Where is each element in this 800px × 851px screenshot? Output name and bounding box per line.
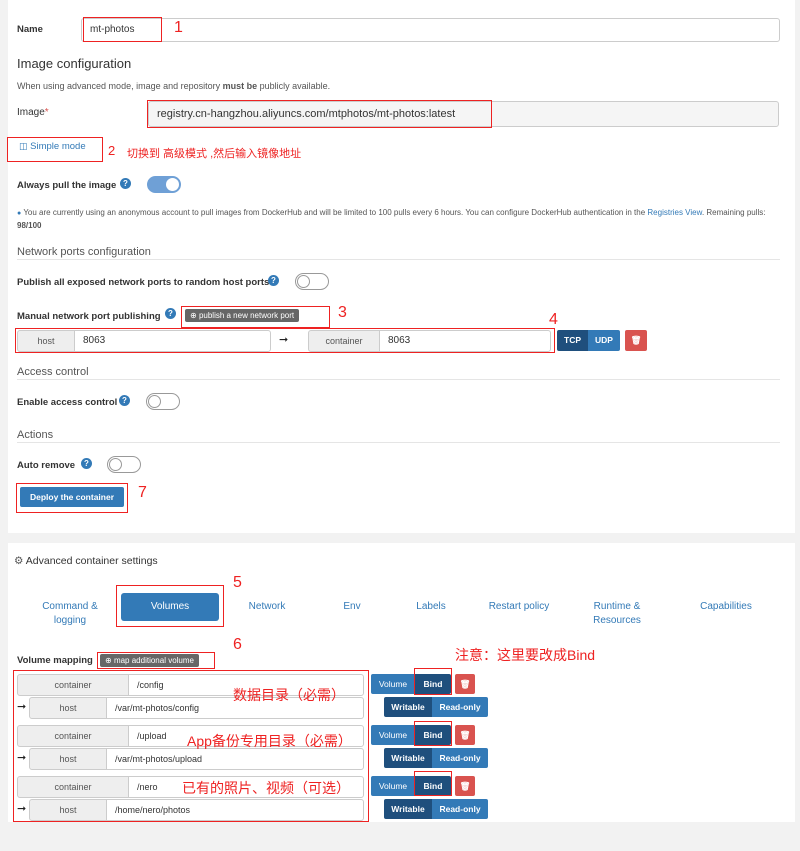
- tab-command-logging[interactable]: Command & logging: [32, 600, 108, 628]
- network-ports-title: Network ports configuration: [17, 246, 151, 258]
- remaining-pulls-label: . Remaining pulls:: [701, 208, 766, 217]
- tab-env[interactable]: Env: [332, 600, 372, 614]
- registries-view-link[interactable]: Registries View: [647, 208, 702, 217]
- name-label: Name: [17, 24, 43, 35]
- help-icon: ?: [81, 458, 92, 469]
- annotation-box-bind: [414, 668, 452, 695]
- trash-icon: 🗑: [459, 781, 471, 791]
- required-asterisk: *: [44, 107, 49, 118]
- remove-volume-button[interactable]: 🗑: [455, 776, 475, 796]
- readonly-button[interactable]: Read-only: [432, 799, 488, 819]
- writable-button[interactable]: Writable: [384, 799, 432, 819]
- annotation-note-data-dir: 数据目录（必需）: [233, 687, 345, 703]
- annotation-box-volumes-tab: [116, 585, 224, 627]
- annotation-box-map-volume: [97, 652, 215, 669]
- volume-type-button[interactable]: Volume: [371, 725, 415, 745]
- readonly-button[interactable]: Read-only: [432, 697, 488, 717]
- readonly-button[interactable]: Read-only: [432, 748, 488, 768]
- advanced-settings-title: Advanced container settings: [25, 555, 158, 567]
- auto-remove-label: Auto remove: [17, 460, 76, 471]
- remaining-pulls-value: 98/100: [17, 221, 42, 230]
- volume-type-button[interactable]: Volume: [371, 776, 415, 796]
- tab-capabilities[interactable]: Capabilities: [690, 600, 762, 614]
- annotation-box-publish-port: [181, 306, 330, 328]
- image-config-note-tail: publicly available.: [257, 81, 331, 91]
- remove-volume-button[interactable]: 🗑: [455, 725, 475, 745]
- image-config-title: Image configuration: [17, 56, 132, 71]
- gear-icon: ⚙: [14, 555, 24, 567]
- actions-title: Actions: [17, 429, 54, 441]
- always-pull-label: Always pull the image: [17, 180, 117, 191]
- info-circle-icon: ●: [17, 210, 22, 217]
- image-label: Image*: [17, 107, 49, 118]
- remove-volume-button[interactable]: 🗑: [455, 674, 475, 694]
- tab-labels[interactable]: Labels: [408, 600, 454, 614]
- image-label-text: Image: [17, 107, 45, 118]
- help-icon: ?: [120, 178, 131, 189]
- image-config-note-text: When using advanced mode, image and repo…: [17, 81, 223, 91]
- annotation-number: 5: [233, 574, 242, 591]
- udp-button[interactable]: UDP: [588, 330, 620, 351]
- advanced-settings-header: ⚙ Advanced container settings: [14, 555, 158, 567]
- help-icon: ?: [268, 275, 279, 286]
- annotation-note-backup-dir: App备份专用目录（必需）: [187, 733, 352, 749]
- tab-network[interactable]: Network: [240, 600, 294, 614]
- volume-mapping-label: Volume mapping: [17, 655, 93, 666]
- annotation-box-simple-mode: [7, 137, 103, 162]
- annotation-box-bind: [414, 721, 452, 746]
- annotation-box-name: [83, 17, 162, 42]
- remove-port-button[interactable]: 🗑: [625, 330, 647, 351]
- trash-icon: 🗑: [459, 730, 471, 740]
- trash-icon: 🗑: [459, 679, 471, 689]
- annotation-box-port-row: [15, 328, 555, 353]
- help-icon: ?: [165, 308, 176, 319]
- auto-remove-toggle[interactable]: [107, 456, 141, 473]
- image-config-note: When using advanced mode, image and repo…: [17, 81, 330, 91]
- annotation-number: 7: [138, 484, 147, 501]
- writable-button[interactable]: Writable: [384, 697, 432, 717]
- publish-all-toggle[interactable]: [295, 273, 329, 290]
- annotation-number: 4: [549, 311, 558, 328]
- container-form-panel: Name mt-photos Image configuration When …: [8, 0, 795, 533]
- annotation-number: 2: [108, 143, 116, 158]
- help-icon: ?: [119, 395, 130, 406]
- manual-port-label: Manual network port publishing: [17, 311, 161, 322]
- annotation-box-deploy: [16, 483, 128, 513]
- name-input[interactable]: mt-photos: [81, 18, 780, 42]
- dockerhub-note: ● You are currently using an anonymous a…: [17, 207, 787, 232]
- dockerhub-note-text: You are currently using an anonymous acc…: [23, 208, 646, 217]
- annotation-number: 1: [174, 19, 183, 36]
- annotation-note-advanced-mode: 切换到 高级模式 ,然后输入镜像地址: [127, 148, 302, 160]
- publish-all-label: Publish all exposed network ports to ran…: [17, 277, 270, 288]
- access-control-toggle[interactable]: [146, 393, 180, 410]
- tcp-button[interactable]: TCP: [557, 330, 588, 351]
- annotation-box-bind: [414, 771, 452, 796]
- annotation-number: 6: [233, 636, 242, 653]
- tab-runtime-resources[interactable]: Runtime & Resources: [582, 600, 652, 628]
- annotation-note-bind: 注意：这里要改成Bind: [455, 647, 596, 663]
- access-control-title: Access control: [17, 366, 89, 378]
- image-config-note-bold: must be: [222, 81, 258, 91]
- annotation-number: 3: [338, 304, 347, 321]
- always-pull-toggle[interactable]: [147, 176, 181, 193]
- annotation-note-photos-dir: 已有的照片、视频（可选）: [182, 780, 350, 796]
- volume-type-button[interactable]: Volume: [371, 674, 415, 694]
- tab-restart-policy[interactable]: Restart policy: [480, 600, 558, 614]
- annotation-box-image: [147, 100, 492, 128]
- trash-icon: 🗑: [630, 335, 642, 345]
- writable-button[interactable]: Writable: [384, 748, 432, 768]
- enable-access-label: Enable access control: [17, 397, 118, 408]
